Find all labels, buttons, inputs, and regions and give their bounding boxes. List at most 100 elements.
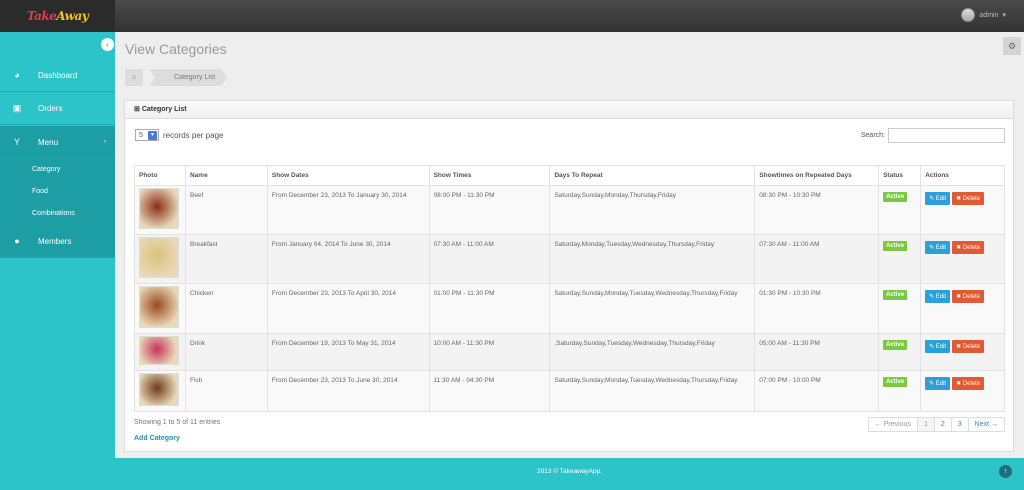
pagination-next[interactable]: Next → (967, 418, 1004, 431)
sidebar-subitem-combinations[interactable]: Combinations (0, 203, 115, 225)
category-photo (139, 188, 179, 229)
records-per-page-select[interactable]: 5 ▼ (135, 129, 159, 141)
cell-repeat-times: 08:30 PM - 10:30 PM (754, 185, 880, 235)
edit-button[interactable]: ✎ Edit (925, 241, 951, 254)
cell-photo (134, 333, 186, 371)
sidebar-subitem-category[interactable]: Category (0, 159, 115, 181)
search-label: Search: (860, 132, 885, 139)
pagination-page-2[interactable]: 2 (933, 418, 951, 431)
category-list-panel: ⊞ Category List 5 ▼ records per page Sear… (124, 100, 1014, 452)
user-icon: ● (14, 236, 20, 246)
col-header-show-dates[interactable]: Show Dates (266, 165, 430, 186)
col-header-days[interactable]: Days To Repeat (549, 165, 756, 186)
footer: 2013 © TakeawayApp. ↑ (0, 458, 1024, 490)
records-per-page: 5 ▼ records per page (135, 129, 223, 141)
cell-show-times: 11:30 AM - 04:30 PM (428, 370, 551, 412)
table-row: Chicken From December 23, 2013 To April 3… (134, 283, 1005, 334)
cell-status: Active (878, 333, 922, 371)
table-row: Beef From December 23, 2013 To January 30… (134, 185, 1005, 235)
top-bar: TakeAway admin ▾ (0, 0, 1024, 32)
breadcrumb: ⌂ Category List (125, 69, 227, 86)
delete-button[interactable]: ✖ Delete (952, 290, 985, 303)
avatar (961, 8, 976, 22)
panel-header: ⊞ Category List (125, 101, 1013, 119)
status-badge: Active (883, 241, 908, 251)
cell-actions: ✎ Edit ✖ Delete (920, 185, 1005, 235)
col-header-show-times[interactable]: Show Times (428, 165, 551, 186)
cell-actions: ✎ Edit ✖ Delete (920, 370, 1005, 412)
cell-show-times: 08:00 PM - 11:30 PM (428, 185, 551, 235)
search-box: Search: (861, 128, 1005, 143)
cell-show-times: 07:30 AM - 11:00 AM (428, 234, 551, 284)
category-photo (139, 373, 179, 406)
pagination-page-1[interactable]: 1 (916, 418, 934, 431)
chevron-down-icon: ▾ (1002, 12, 1006, 19)
table-header-row: Photo Name Show Dates Show Times Days To… (134, 165, 1005, 186)
cell-days: ,Saturday,Sunday,Tuesday,Wednesday,Thurs… (549, 333, 756, 371)
edit-button[interactable]: ✎ Edit (925, 290, 951, 303)
cell-name: Fish (184, 370, 268, 412)
status-badge: Active (883, 340, 908, 350)
user-name: admin (979, 11, 999, 19)
cell-show-dates: From December 23, 2013 To January 30, 20… (266, 185, 430, 235)
cell-days: Saturday,Sunday,Monday,Tuesday,Wednesday… (549, 283, 756, 334)
delete-button[interactable]: ✖ Delete (952, 377, 985, 390)
sidebar-subitem-food[interactable]: Food (0, 181, 115, 203)
cell-repeat-times: 07:00 PM - 10:00 PM (754, 370, 880, 412)
cell-status: Active (878, 234, 922, 284)
status-badge: Active (883, 192, 908, 202)
col-header-status[interactable]: Status (878, 165, 922, 186)
category-photo (139, 336, 179, 365)
edit-button[interactable]: ✎ Edit (925, 377, 951, 390)
scroll-top-icon[interactable]: ↑ (999, 465, 1012, 478)
sidebar-item-members[interactable]: ● Members (0, 225, 115, 258)
add-category-link[interactable]: Add Category (134, 435, 180, 442)
pagination-page-3[interactable]: 3 (950, 418, 968, 431)
table-row: Drink From December 19, 2013 To May 31, 2… (134, 333, 1005, 371)
user-menu[interactable]: admin ▾ (961, 8, 1006, 22)
search-input[interactable] (888, 128, 1005, 143)
pagination-previous[interactable]: ← Previous (869, 418, 917, 431)
cell-actions: ✎ Edit ✖ Delete (920, 234, 1005, 284)
sidebar-item-label: Menu (38, 137, 59, 147)
cell-days: Saturday,Sunday,Monday,Thursday,Friday (549, 185, 756, 235)
cell-name: Drink (184, 333, 268, 371)
cell-name: Beef (184, 185, 268, 235)
sidebar-item-orders[interactable]: ▣ Orders (0, 92, 115, 125)
cell-status: Active (878, 283, 922, 334)
page-title: View Categories (125, 41, 227, 57)
panel-title: Category List (141, 106, 187, 113)
settings-gear-icon[interactable]: ⚙ (1003, 37, 1021, 55)
records-per-page-label: records per page (163, 130, 224, 140)
delete-button[interactable]: ✖ Delete (952, 192, 985, 205)
sidebar-item-label: Members (38, 236, 72, 246)
delete-button[interactable]: ✖ Delete (952, 340, 985, 353)
cell-actions: ✎ Edit ✖ Delete (920, 283, 1005, 334)
cell-name: Breakfast (184, 234, 268, 284)
edit-button[interactable]: ✎ Edit (925, 340, 951, 353)
cell-show-dates: From December 23, 2013 To April 30, 2014 (266, 283, 430, 334)
chevron-down-icon: ▼ (148, 130, 157, 140)
category-photo (139, 286, 179, 328)
delete-button[interactable]: ✖ Delete (952, 241, 985, 254)
sidebar-item-label: Dashboard (38, 70, 78, 80)
edit-button[interactable]: ✎ Edit (925, 192, 951, 205)
collapse-sidebar-icon[interactable]: ‹ (101, 38, 114, 51)
cell-repeat-times: 05:00 AM - 11:30 PM (754, 333, 880, 371)
col-header-repeat[interactable]: Showtimes on Repeated Days (754, 165, 880, 186)
cell-photo (134, 234, 186, 284)
col-header-name[interactable]: Name (184, 165, 268, 186)
app-logo[interactable]: TakeAway (0, 0, 115, 32)
sidebar-item-dashboard[interactable]: ◕ Dashboard (0, 59, 115, 92)
home-icon[interactable]: ⌂ (125, 69, 143, 86)
sidebar-item-menu[interactable]: Y Menu › (0, 126, 115, 159)
cell-repeat-times: 01:30 PM - 10:30 PM (754, 283, 880, 334)
pagination: ← Previous 1 2 3 Next → (867, 417, 1005, 432)
cell-show-times: 01:00 PM - 11:30 PM (428, 283, 551, 334)
table-row: Fish From December 23, 2013 To June 30, 2… (134, 370, 1005, 412)
cell-photo (134, 370, 186, 412)
col-header-photo[interactable]: Photo (134, 165, 186, 186)
chevron-right-icon: › (104, 139, 106, 145)
main-content: View Categories ⚙ ⌂ Category List ⊞ Cate… (115, 32, 1024, 458)
glass-icon: Y (13, 137, 20, 147)
